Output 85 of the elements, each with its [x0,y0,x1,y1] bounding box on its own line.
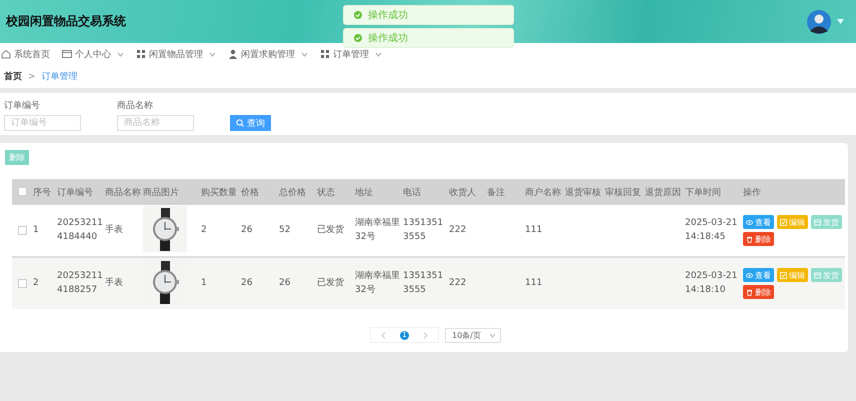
box-icon [814,272,821,278]
table-cell: 湖南幸福里32号 [355,271,400,294]
page-size-select[interactable]: 10条/页 [445,328,501,342]
table-cell: 湖南幸福里32号 [355,218,400,242]
table-cell: 已发货 [317,224,344,235]
column-header[interactable]: 序号 [32,179,56,205]
delete-button[interactable]: 删除 [743,232,774,246]
table-cell: 已发货 [317,278,344,288]
trash-icon [746,236,753,242]
row-checkbox[interactable] [18,226,26,235]
box-icon [814,218,821,226]
table-cell: 2 [201,224,207,235]
table-cell: 26 [279,278,290,288]
column-header[interactable]: 价格 [240,179,278,205]
search-button[interactable]: 查询 [230,115,271,131]
column-header[interactable]: 备注 [486,179,524,205]
nav-menu-item[interactable]: 闲置求购管理 [228,48,308,60]
table-cell: 202532114184440 [57,218,103,242]
grid-icon [320,49,330,59]
column-header[interactable]: 商品名称 [104,179,142,205]
person-icon [228,49,238,59]
edit-icon [780,218,787,226]
column-header[interactable]: 地址 [354,179,402,205]
field-label: 商品名称 [117,100,154,112]
nav-menu-item[interactable]: 个人中心 [62,48,124,60]
table-cell: 1 [201,278,207,288]
check-icon [354,11,362,19]
search-field[interactable]: 订单编号 [4,115,81,131]
column-header[interactable]: 退货原因 [644,179,684,205]
table-cell: 26 [241,224,252,235]
search-field[interactable]: 商品名称 [117,115,194,131]
column-header[interactable]: 订单编号 [56,179,104,205]
edit-icon [780,272,787,278]
table-cell: 202532114188257 [57,271,103,294]
breadcrumb-separator: > [28,72,36,82]
table-cell: 13513513555 [403,218,444,242]
grid-icon [136,49,146,59]
column-header[interactable]: 操作 [742,179,845,205]
column-header[interactable]: 审核回复 [604,179,644,205]
check-icon [354,34,362,42]
table-cell: 2025-03-21 14:18:10 [685,271,738,294]
delete-button[interactable]: 删除 [743,285,774,299]
select-all-checkbox[interactable] [18,187,26,196]
nav-menu-item[interactable]: 闲置物品管理 [136,48,216,60]
column-header[interactable]: 总价格 [278,179,316,205]
home-icon [1,49,11,59]
table-cell: 222 [449,278,466,288]
column-header[interactable]: 电话 [402,179,448,205]
table-cell: 111 [525,278,542,288]
column-header[interactable]: 下单时间 [684,179,742,205]
app-title: 校园闲置物品交易系统 [6,13,126,30]
row-checkbox[interactable] [18,278,26,288]
column-header[interactable]: 购买数量 [200,179,240,205]
toast-message: 操作成功 [368,8,408,22]
view-button[interactable]: 查看 [743,268,774,282]
table-cell: 222 [449,224,466,235]
nav-menu-item[interactable]: 系统首页 [1,48,50,60]
next-page-icon [423,332,428,338]
table-cell: 手表 [105,224,123,235]
previous-page-icon [381,332,386,338]
view-button[interactable]: 查看 [743,215,774,229]
breadcrumb-link[interactable]: 首页 [4,70,22,83]
field-label: 订单编号 [4,100,41,112]
table-cell: 手表 [105,278,123,288]
eye-icon [746,272,753,278]
toast-message: 操作成功 [368,32,408,45]
caret-icon [488,332,496,338]
eye-icon [746,218,753,226]
column-header[interactable]: 商品图片 [142,179,200,205]
search-icon [236,119,244,127]
table-cell: 2 [33,278,39,288]
nav-menu-item[interactable]: 订单管理 [320,48,382,60]
table-cell: 26 [241,278,252,288]
table-cell: 111 [525,224,542,235]
card-icon [62,49,72,59]
table-cell: 13513513555 [403,271,444,294]
avatar-icon [807,10,831,34]
column-header[interactable]: 退货审核 [564,179,604,205]
column-header[interactable]: 状态 [316,179,354,205]
table-cell: 52 [279,224,290,235]
table-cell: 2025-03-21 14:18:45 [685,218,738,242]
column-header[interactable]: 商户名称 [524,179,564,205]
trash-icon [746,288,753,296]
column-header[interactable]: 收货人 [448,179,486,205]
table-cell: 1 [33,224,39,235]
